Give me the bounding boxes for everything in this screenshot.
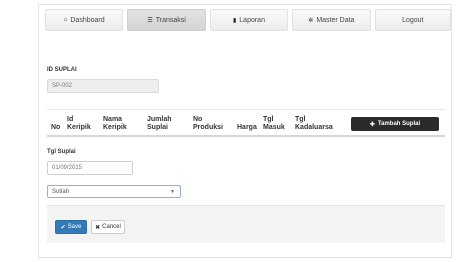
nav-dashboard-label: Dashboard (70, 16, 105, 24)
col-no: No (51, 124, 61, 131)
gear-icon: ✲ (308, 17, 314, 24)
form-actions: ✔ Save ✖ Cancel (47, 205, 445, 243)
nav-transaksi[interactable]: ☰ Transaksi (127, 9, 206, 31)
nav-logout[interactable]: Logout (374, 9, 451, 31)
report-icon: ▮ (232, 17, 237, 24)
nav-transaksi-label: Transaksi (155, 16, 186, 24)
save-label: Save (67, 224, 82, 230)
nav-master-data-label: Master Data (316, 16, 355, 24)
nav-dashboard[interactable]: ⌂ Dashboard (45, 9, 124, 31)
cancel-label: Cancel (102, 224, 121, 230)
tambah-suplai-label: Tambah Suplai (377, 121, 421, 127)
nav-logout-label: Logout (402, 16, 424, 24)
nav-laporan-label: Laporan (239, 16, 265, 24)
nav-master-data[interactable]: ✲ Master Data (292, 9, 371, 31)
page-panel: ⌂ Dashboard ☰ Transaksi ▮ Laporan ✲ Mast… (38, 4, 452, 258)
home-icon: ⌂ (63, 17, 68, 23)
close-icon: ✖ (95, 224, 101, 231)
id-suplai-field: SP-002 (47, 79, 159, 93)
list-icon: ☰ (147, 17, 153, 24)
chevron-down-icon: ▼ (170, 189, 175, 195)
id-suplai-label: ID SUPLAI (47, 67, 77, 73)
save-button[interactable]: ✔ Save (55, 220, 87, 234)
col-no-produksi: No Produksi (193, 116, 223, 131)
check-icon: ✔ (60, 224, 66, 231)
col-nama-keripik: Nama Keripik (103, 116, 127, 131)
col-tgl-masuk: Tgl Masuk (263, 116, 285, 131)
plus-icon: ✚ (369, 121, 375, 128)
col-id-keripik: Id Keripik (67, 116, 91, 131)
supplier-select-value: Sutiah (52, 189, 70, 195)
cancel-button[interactable]: ✖ Cancel (91, 220, 125, 234)
supply-table-header: No Id Keripik Nama Keripik Jumlah Suplai… (47, 109, 445, 137)
col-harga: Harga (237, 124, 257, 131)
tambah-suplai-button[interactable]: ✚ Tambah Suplai (351, 117, 439, 131)
col-tgl-kadaluarsa: Tgl Kadaluarsa (295, 116, 333, 131)
navbar: ⌂ Dashboard ☰ Transaksi ▮ Laporan ✲ Mast… (39, 9, 451, 31)
col-jumlah-suplai: Jumlah Suplai (147, 116, 172, 131)
nav-laporan[interactable]: ▮ Laporan (209, 9, 289, 31)
tgl-suplai-input[interactable]: 01/09/2015 (47, 161, 133, 175)
supplier-select[interactable]: Sutiah ▼ (47, 185, 181, 198)
tgl-suplai-label: Tgl Suplai (47, 149, 76, 155)
